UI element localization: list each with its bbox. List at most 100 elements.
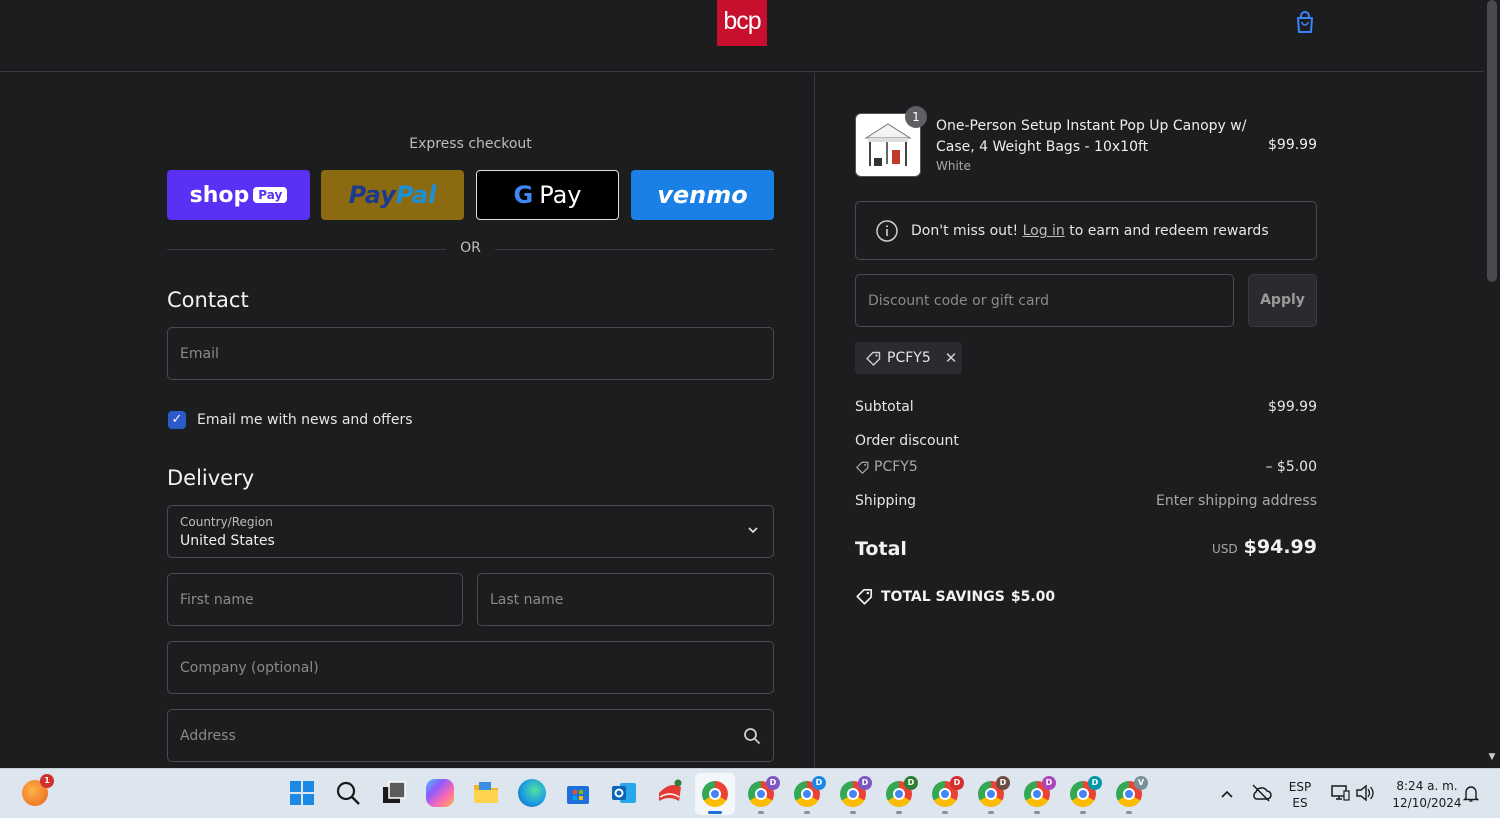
rewards-text: Don't miss out! Log in to earn and redee… [911,223,1269,239]
chrome-profile-icon[interactable]: D [1024,776,1056,814]
chrome-profile-icon[interactable]: D [840,776,872,814]
active-indicator [708,811,722,814]
address-field[interactable] [167,709,774,762]
profile-badge: D [996,776,1010,790]
network-icon[interactable] [1330,784,1350,802]
scroll-down-arrow-icon[interactable]: ▼ [1487,752,1497,764]
first-name-field[interactable] [167,573,463,626]
search-icon[interactable] [334,779,362,807]
checkout-form: Express checkout shop Pay Pay Pal G Pay v… [0,73,814,768]
chevron-down-icon [748,527,758,534]
store-logo[interactable]: bcp [717,0,767,46]
savings-value: $5.00 [1010,588,1056,605]
email-input[interactable] [168,328,773,379]
google-pay-button[interactable]: G Pay [476,170,619,220]
running-indicator [896,811,902,814]
chrome-profile-icon[interactable]: D [748,776,780,814]
total-amount: $94.99 [1243,536,1317,558]
google-g-icon: G [513,181,534,209]
running-indicator [804,811,810,814]
clock-date: 12/10/2024 [1392,796,1462,810]
order-discount-label: Order discount [855,433,959,449]
login-link[interactable]: Log in [1023,223,1065,239]
keyboard-layout: ES [1292,796,1308,810]
tag-icon [866,351,881,366]
country-value: United States [180,533,275,549]
delivery-title: Delivery [167,466,255,490]
profile-badge: V [1134,776,1148,790]
windows-start-icon[interactable] [288,779,316,807]
product-name: One-Person Setup Instant Pop Up Canopy w… [936,118,1247,155]
email-field[interactable] [167,327,774,380]
savings-label: TOTAL SAVINGS [881,588,1005,605]
subtotal-label: Subtotal [855,399,914,415]
shop-pay-badge: Pay [253,187,288,203]
venmo-button[interactable]: venmo [631,170,774,220]
input-language[interactable]: ESP ES [1286,779,1314,811]
clock[interactable]: 8:24 a. m. 12/10/2024 [1384,778,1470,812]
last-name-input[interactable] [478,574,773,625]
clock-time: 8:24 a. m. [1396,779,1458,793]
app-icon[interactable] [656,779,684,807]
header: bcp [0,0,1484,72]
contact-title: Contact [167,288,249,312]
profile-badge: D [858,776,872,790]
discount-field[interactable] [855,274,1234,327]
weather-widget-icon[interactable]: 1 [22,774,54,806]
shop-pay-button[interactable]: shop Pay [167,170,310,220]
discount-tag-icon [856,461,869,474]
country-select[interactable]: Country/Region United States [167,505,774,558]
company-field[interactable] [167,641,774,694]
applied-code-text: PCFY5 [887,350,931,366]
notification-bell-icon[interactable] [1463,785,1479,803]
total-savings: TOTAL SAVINGS $5.00 [855,587,1055,606]
total-currency: USD [1212,542,1238,556]
venmo-text: venmo [657,181,748,209]
last-name-field[interactable] [477,573,774,626]
order-discount-code-text: PCFY5 [874,459,918,475]
rewards-pre: Don't miss out! [911,223,1019,239]
applied-code-chip: PCFY5 ✕ [855,342,962,374]
apply-button[interactable]: Apply [1248,274,1317,327]
outlook-icon[interactable] [610,779,638,807]
chrome-profile-icon[interactable]: V [1116,776,1148,814]
remove-code-close-icon[interactable]: ✕ [945,349,958,367]
cloud-off-icon[interactable] [1250,783,1272,803]
info-icon [876,220,898,242]
chrome-profile-icon[interactable]: D [978,776,1010,814]
page-scrollbar[interactable]: ▼ [1484,0,1500,768]
profile-badge: D [1088,776,1102,790]
edge-browser-icon[interactable] [518,779,546,807]
chrome-icon[interactable] [702,781,728,814]
shipping-value: Enter shipping address [1156,493,1317,509]
total-value: USD $94.99 [1212,536,1317,558]
search-icon[interactable] [743,727,761,745]
chrome-profile-icon[interactable]: D [886,776,918,814]
chrome-profile-icon[interactable]: D [932,776,964,814]
copilot-icon[interactable] [426,779,454,807]
discount-input[interactable] [856,275,1233,326]
file-explorer-icon[interactable] [472,779,500,807]
task-view-icon[interactable] [380,779,408,807]
windows-taskbar: 1 D D D D D D D D V ESP ES 8:24 a. m. 12… [0,768,1500,818]
microsoft-store-icon[interactable] [564,779,592,807]
running-indicator [942,811,948,814]
company-input[interactable] [168,642,773,693]
shopping-bag-icon[interactable] [1292,9,1318,35]
paypal-button[interactable]: Pay Pal [321,170,464,220]
shop-pay-text: shop [189,182,250,208]
column-divider [814,73,815,768]
chrome-profile-icon[interactable]: D [794,776,826,814]
newsletter-checkbox[interactable]: ✓ [168,411,186,429]
address-input[interactable] [168,710,773,761]
first-name-input[interactable] [168,574,462,625]
chrome-profile-icon[interactable]: D [1070,776,1102,814]
savings-tag-icon [856,588,873,605]
scrollbar-thumb[interactable] [1487,0,1497,282]
volume-icon[interactable] [1355,784,1375,802]
paypal-pal-text: Pal [395,181,437,209]
chevron-up-icon[interactable] [1219,787,1235,801]
google-pay-text: Pay [539,181,582,209]
language-code: ESP [1288,780,1312,794]
order-discount-code: PCFY5 [855,459,918,475]
